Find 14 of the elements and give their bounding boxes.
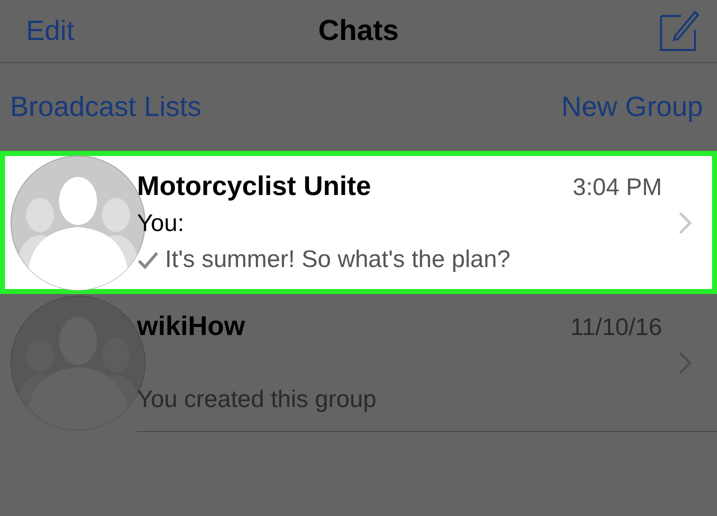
screen-title: Chats (318, 14, 399, 46)
compose-icon[interactable] (659, 10, 699, 52)
new-group-link[interactable]: New Group (561, 91, 703, 123)
chat-time: 3:04 PM (572, 174, 662, 202)
chat-name: Motorcyclist Unite (137, 171, 372, 202)
broadcast-lists-link[interactable]: Broadcast Lists (10, 91, 202, 123)
edit-link[interactable]: Edit (26, 15, 74, 47)
message-preview: It's summer! So what's the plan? (165, 246, 510, 274)
chat-row[interactable]: Motorcyclist Unite 3:04 PM You: It's summer! So what's the plan? (0, 151, 717, 294)
message-preview: You created this group (137, 386, 376, 414)
chevron-right-icon (678, 210, 692, 234)
chat-time: 11/10/16 (570, 314, 662, 342)
sender-label: You: (137, 210, 184, 239)
chat-name: wikiHow (137, 311, 246, 342)
